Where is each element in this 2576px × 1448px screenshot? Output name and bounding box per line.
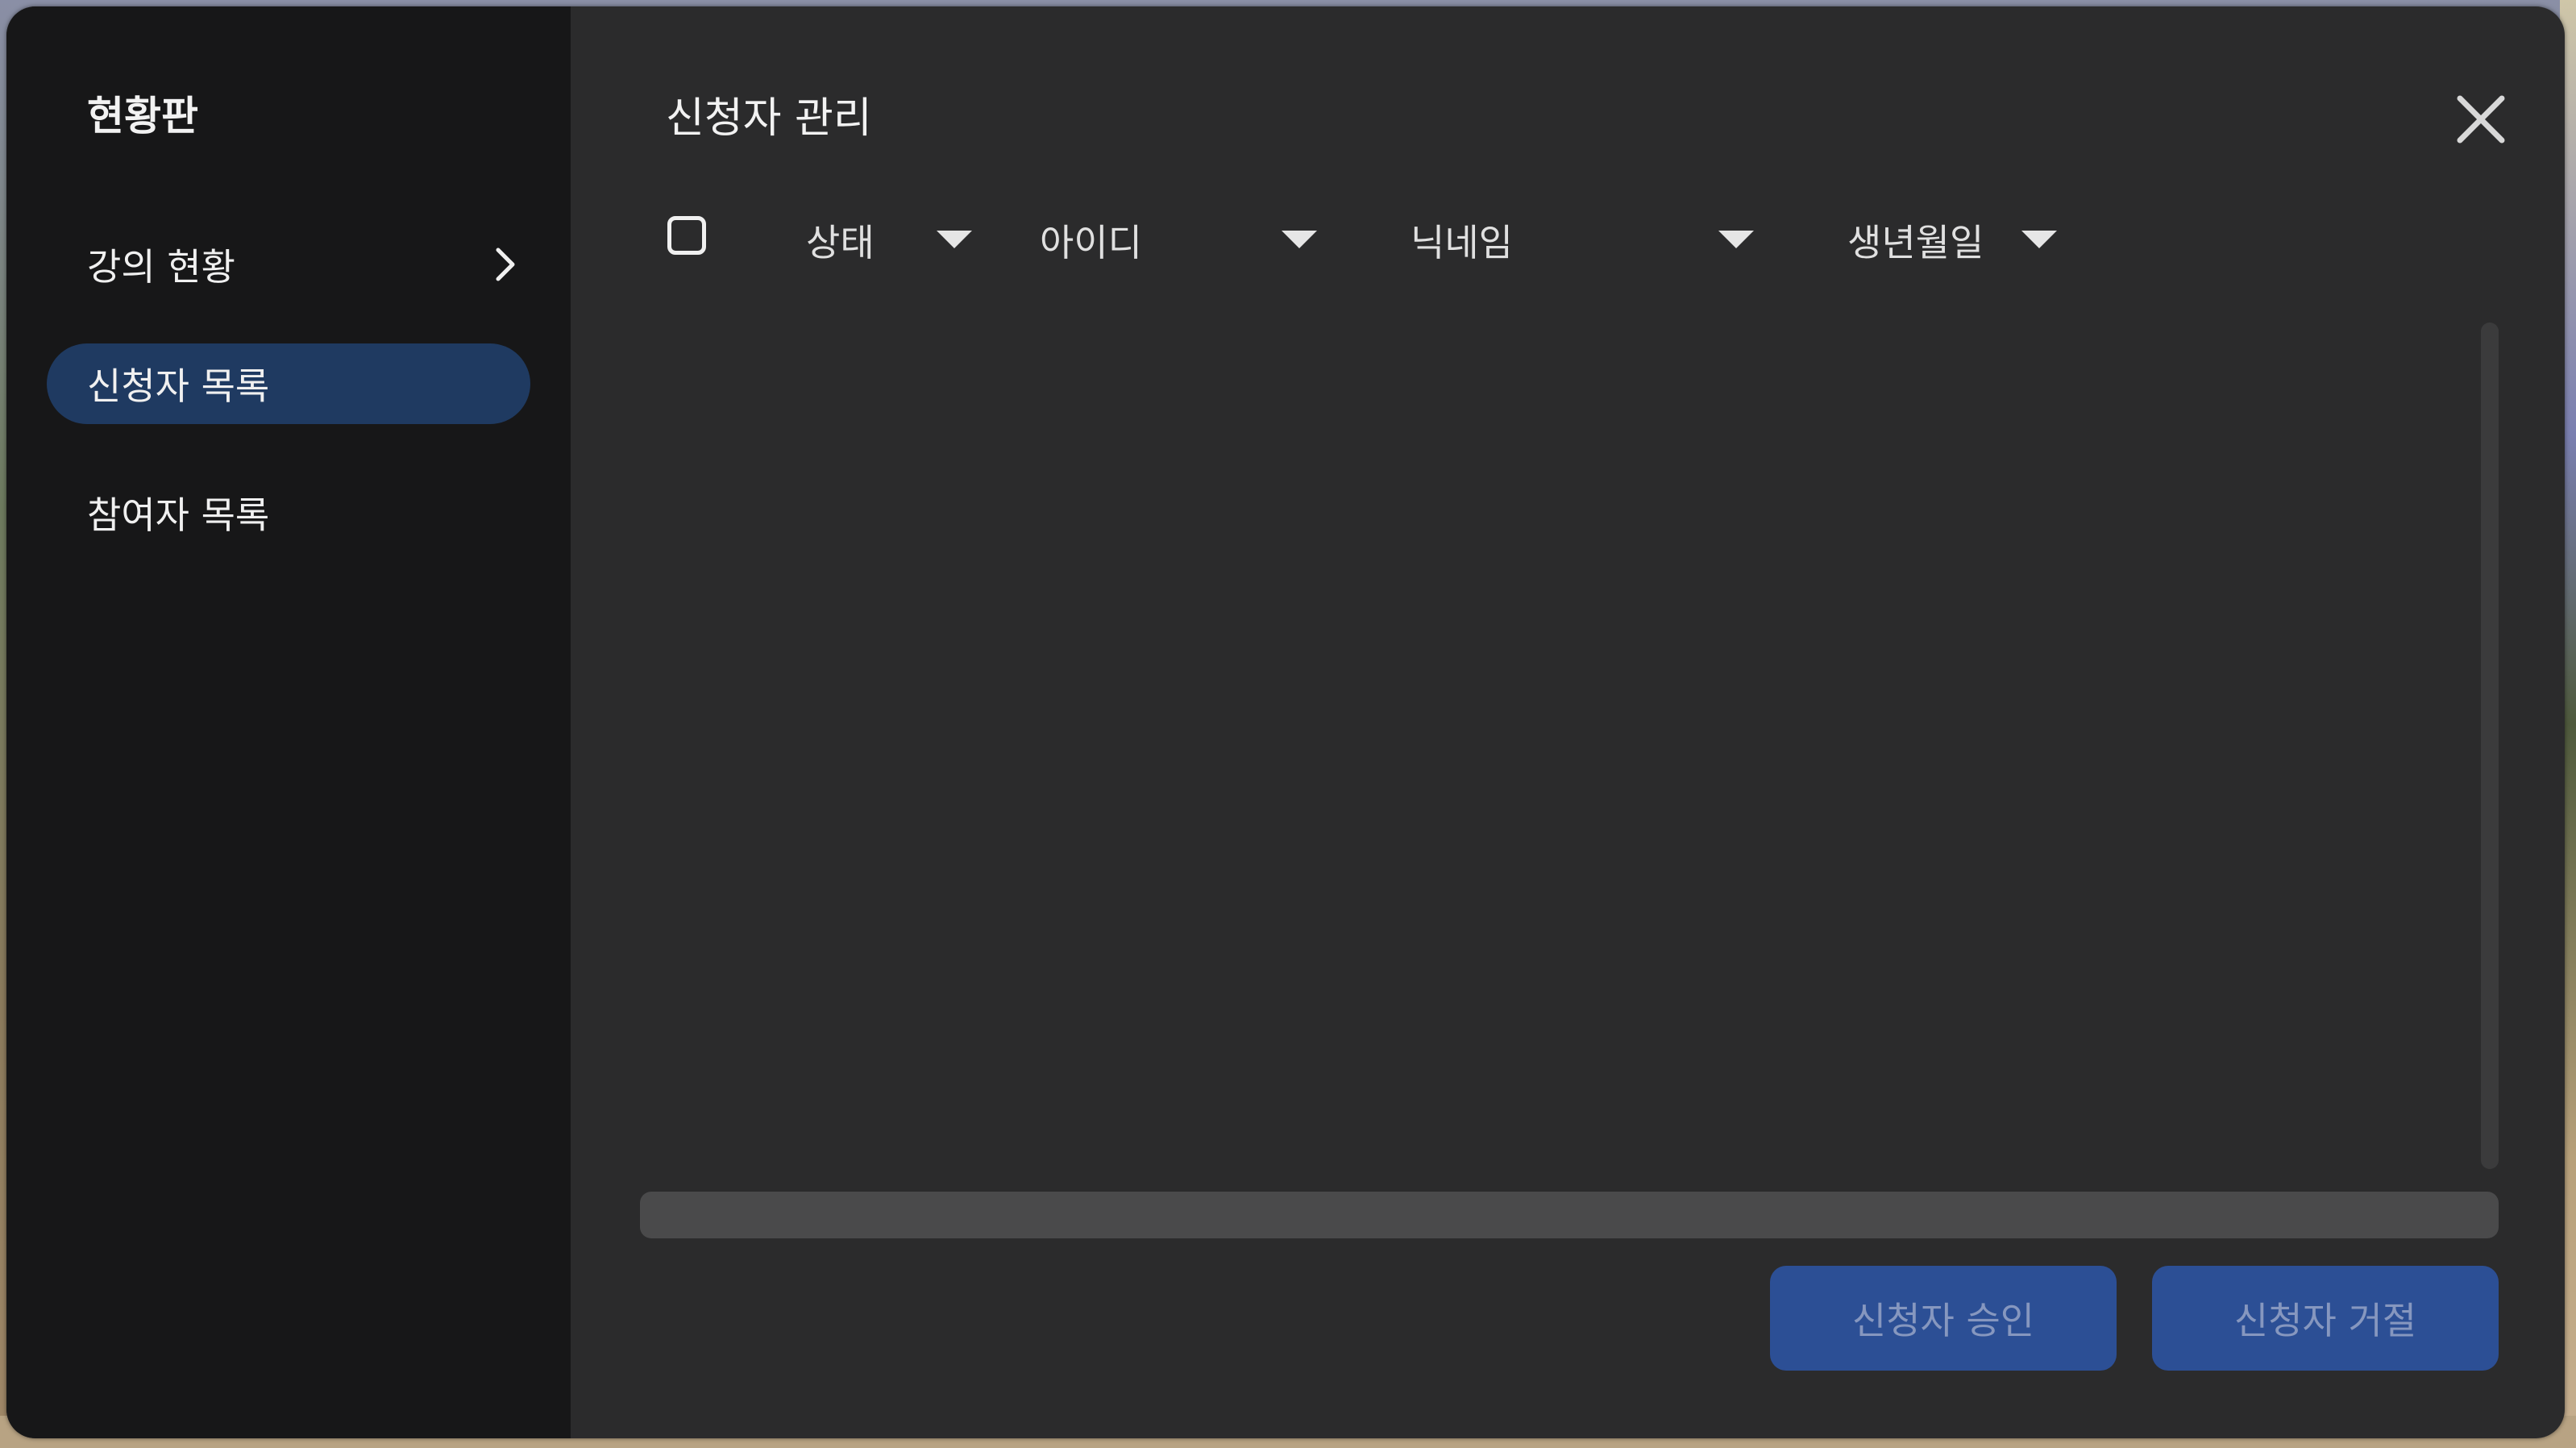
- column-header-label: 생년월일: [1847, 221, 1984, 264]
- sidebar-item-participant-list[interactable]: 참여자 목록: [47, 472, 530, 553]
- column-header-id[interactable]: 아이디: [1040, 208, 1142, 273]
- column-header-label: 상태: [806, 221, 875, 264]
- approve-applicant-button[interactable]: 신청자 승인: [1770, 1266, 2117, 1371]
- sidebar-item-label: 참여자 목록: [87, 493, 270, 537]
- sidebar-title: 현황판: [87, 93, 198, 139]
- dashboard-dialog: 현황판 강의 현황 신청자 목록 참여자 목록 신청자 관리 상태 아이디 닉네…: [6, 6, 2565, 1438]
- sidebar: 현황판 강의 현황 신청자 목록 참여자 목록: [6, 6, 571, 1438]
- close-icon[interactable]: [2449, 87, 2513, 152]
- sidebar-item-lecture-status[interactable]: 강의 현황: [47, 224, 530, 305]
- sidebar-item-label: 신청자 목록: [87, 364, 270, 408]
- column-header-label: 닉네임: [1411, 221, 1513, 264]
- sidebar-item-label: 강의 현황: [87, 245, 235, 289]
- sidebar-item-applicant-list[interactable]: 신청자 목록: [47, 343, 530, 424]
- select-all-checkbox[interactable]: [667, 216, 706, 255]
- chevron-right-icon: [496, 248, 515, 281]
- column-header-nickname[interactable]: 닉네임: [1411, 208, 1513, 273]
- reject-applicant-button[interactable]: 신청자 거절: [2152, 1266, 2499, 1371]
- caret-down-icon[interactable]: [2020, 227, 2059, 252]
- column-header-label: 아이디: [1040, 221, 1142, 264]
- caret-down-icon[interactable]: [1717, 227, 1755, 252]
- caret-down-icon[interactable]: [1280, 227, 1319, 252]
- column-header-status[interactable]: 상태: [806, 208, 875, 273]
- applicant-list: [643, 321, 2497, 1167]
- column-header-birthdate[interactable]: 생년월일: [1847, 208, 1984, 273]
- caret-down-icon[interactable]: [935, 227, 974, 252]
- vertical-scrollbar[interactable]: [2481, 322, 2499, 1169]
- page-title: 신청자 관리: [666, 94, 872, 143]
- horizontal-scrollbar[interactable]: [640, 1192, 2499, 1238]
